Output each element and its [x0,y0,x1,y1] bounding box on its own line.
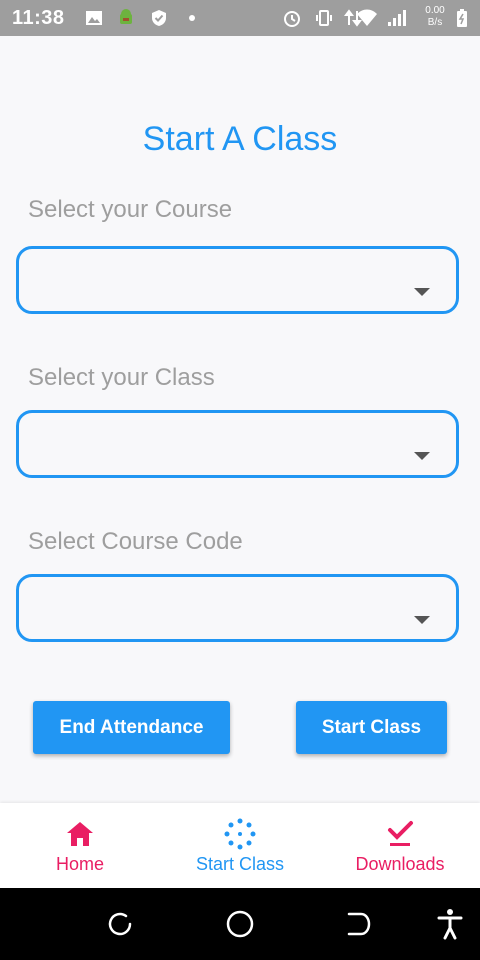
back-icon[interactable] [345,910,373,938]
vibrate-icon [316,10,332,26]
course-code-label: Select Course Code [28,528,243,555]
system-nav-bar [0,888,480,960]
dropdown-arrow-icon [414,452,430,460]
image-icon [86,11,102,25]
home-circle-icon[interactable] [225,909,255,939]
page-title: Start A Class [142,120,338,158]
check-icon [388,821,413,846]
net-speed: 0.00 B/s [420,5,450,29]
net-speed-value: 0.00 [425,5,445,16]
status-time: 11:38 [12,7,65,29]
shield-icon [152,10,166,26]
android-icon [120,9,132,24]
wifi-icon [357,9,377,26]
alarm-icon [284,11,300,27]
course-code-dropdown[interactable] [16,574,459,642]
dropdown-arrow-icon [414,288,430,296]
nav-label-start-class: Start Class [195,854,285,874]
class-dropdown[interactable] [16,410,459,478]
net-speed-unit: B/s [427,17,443,28]
nav-label-downloads: Downloads [355,854,445,874]
dot-icon [189,15,195,21]
course-dropdown[interactable] [16,246,459,314]
dropdown-arrow-icon [414,616,430,624]
start-class-button[interactable]: Start Class [296,701,447,754]
accessibility-icon[interactable] [437,908,463,940]
bottom-nav: Home Start Class Downloads [0,803,480,888]
nav-item-downloads[interactable]: Downloads [320,803,480,888]
end-attendance-button[interactable]: End Attendance [33,701,230,754]
class-label: Select your Class [28,364,215,391]
home-icon [67,822,93,846]
nav-label-home: Home [55,854,104,874]
recents-icon[interactable] [106,910,134,938]
signal-icon [388,10,406,26]
nav-item-start-class[interactable]: Start Class [160,803,320,888]
battery-icon [457,9,467,27]
nav-item-home[interactable]: Home [0,803,160,888]
status-bar: 11:38 0.00 B/s [0,0,480,36]
course-label: Select your Course [28,196,233,223]
spinner-icon [224,818,256,850]
